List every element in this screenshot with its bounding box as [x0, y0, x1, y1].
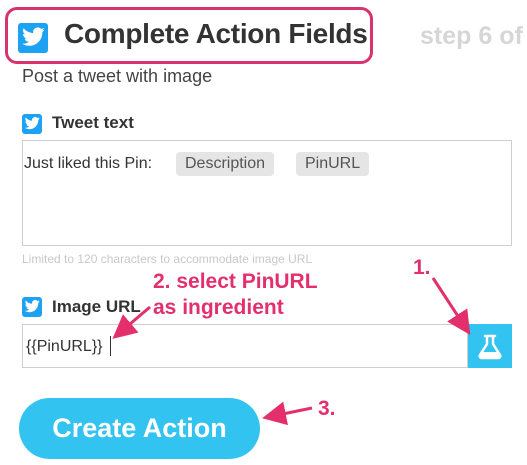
tweet-text-label: Tweet text [52, 113, 134, 132]
image-url-value: {{PinURL}} [26, 338, 103, 355]
twitter-bird-icon [18, 23, 48, 53]
annotation-step-2-line-1: 2. select PinURL [153, 270, 318, 293]
character-limit-hint: Limited to 120 characters to accommodate… [22, 252, 313, 266]
annotation-step-3: 3. [318, 397, 336, 420]
image-url-label: Image URL [52, 297, 141, 316]
annotation-step-1: 1. [413, 256, 431, 279]
step-indicator: step 6 of [420, 22, 523, 50]
flask-icon [478, 334, 502, 360]
action-subtitle: Post a tweet with image [22, 66, 213, 86]
create-action-button[interactable]: Create Action [19, 398, 260, 459]
text-caret [110, 336, 111, 356]
page-title: Complete Action Fields [64, 18, 368, 49]
ingredient-description-pill[interactable]: Description [176, 152, 275, 176]
annotation-step-2-line-2: as ingredient [153, 296, 284, 319]
tweet-text-prefix: Just liked this Pin: [24, 155, 153, 172]
twitter-bird-icon [22, 297, 42, 317]
ingredient-pinurl-pill[interactable]: PinURL [296, 152, 370, 176]
arrow-to-create-button [262, 401, 313, 426]
twitter-bird-icon [22, 114, 42, 134]
arrow-to-ingredient-button [431, 277, 471, 336]
add-ingredient-button[interactable] [468, 324, 512, 368]
